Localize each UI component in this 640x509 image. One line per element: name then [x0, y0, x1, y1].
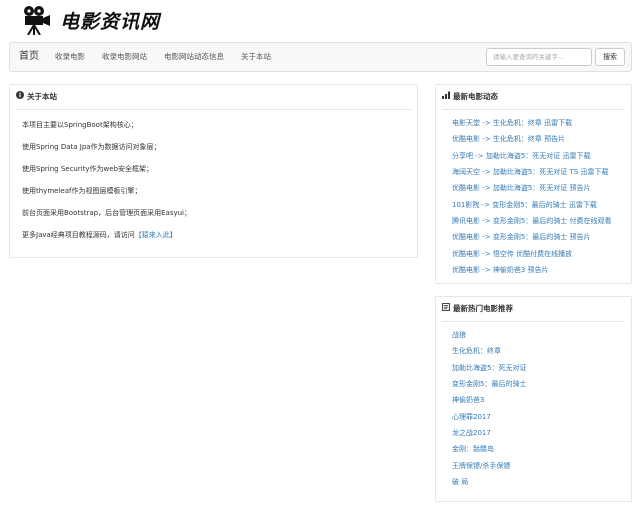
latest-news-panel: 最新电影动态 电影天堂 -> 生化危机：终章 迅雷下载 优酷电影 -> 生化危机…: [435, 84, 632, 284]
latest-news-item[interactable]: 分享吧 -> 加勒比海盗5：死无对证 迅雷下载: [452, 151, 591, 161]
hot-movie-item[interactable]: 变形金刚5：最后的骑士: [452, 379, 526, 389]
nav-movie-sites[interactable]: 收录电影网站: [102, 43, 147, 71]
hot-movies-divider: [442, 321, 625, 322]
about-panel-header: 关于本站: [16, 85, 57, 109]
latest-news-item[interactable]: 101影院 -> 变形金刚5：最后的骑士 迅雷下载: [452, 200, 597, 210]
hot-movie-item[interactable]: 金刚：骷髅岛: [452, 444, 494, 454]
about-panel-title: 关于本站: [27, 92, 57, 101]
about-line: 使用Spring Data Jpa作为数据访问对象层；: [22, 143, 161, 151]
latest-news-item[interactable]: 优酷电影 -> 变形金刚5：最后的骑士 预告片: [452, 232, 591, 242]
nav-site-news[interactable]: 电影网站动态信息: [164, 43, 224, 71]
hot-movie-item[interactable]: 神偷奶爸3: [452, 395, 484, 405]
hot-movies-header: 最新热门电影推荐: [442, 297, 513, 321]
nav-movies[interactable]: 收录电影: [55, 43, 85, 71]
logo-text: 电影资讯网: [60, 10, 161, 33]
film-camera-icon: [22, 5, 52, 35]
info-icon: [16, 85, 24, 109]
about-line: 前台页面采用Bootstrap，后台管理页面采用Easyui；: [22, 209, 191, 217]
about-line: 本项目主要以SpringBoot架构核心；: [22, 121, 138, 129]
top-navbar: 首页 收录电影 收录电影网站 电影网站动态信息 关于本站 搜索: [9, 42, 632, 72]
hot-movie-item[interactable]: 龙之战2017: [452, 428, 491, 438]
latest-news-item[interactable]: 优酷电影 -> 加勒比海盗5：死无对证 预告片: [452, 183, 591, 193]
latest-news-divider: [442, 109, 625, 110]
search-input[interactable]: [486, 48, 592, 66]
latest-news-item[interactable]: 优酷电影 -> 神偷奶爸3 预告片: [452, 265, 549, 275]
bar-chart-icon: [442, 85, 450, 109]
latest-news-item[interactable]: 优酷电影 -> 生化危机：终章 预告片: [452, 134, 565, 144]
search-button[interactable]: 搜索: [595, 48, 625, 66]
about-divider: [16, 109, 411, 110]
hot-movie-item[interactable]: 生化危机：终章: [452, 346, 501, 356]
about-line: 使用thymeleaf作为视图层模板引擎；: [22, 187, 142, 195]
document-icon: [442, 297, 450, 321]
about-line: 使用Spring Security作为web安全框架；: [22, 165, 154, 173]
hot-movie-item[interactable]: 加勒比海盗5：死无对证: [452, 363, 526, 373]
hot-movie-item[interactable]: 破 局: [452, 477, 468, 487]
latest-news-header: 最新电影动态: [442, 85, 498, 109]
about-panel: 关于本站 本项目主要以SpringBoot架构核心； 使用Spring Data…: [9, 84, 418, 258]
hot-movies-title: 最新热门电影推荐: [453, 304, 513, 313]
hot-movie-item[interactable]: 战狼: [452, 330, 466, 340]
latest-news-item[interactable]: 腾讯电影 -> 变形金刚5：最后的骑士 付费在线观看: [452, 216, 612, 226]
yuanlairuci-link[interactable]: 【猿来入此】: [135, 231, 177, 239]
about-line-with-link: 更多Java经典项目教程源码，请访问【猿来入此】: [22, 230, 177, 240]
nav-home[interactable]: 首页: [19, 43, 39, 71]
nav-about[interactable]: 关于本站: [241, 43, 271, 71]
latest-news-item[interactable]: 海阔天空 -> 加勒比海盗5：死无对证 TS 迅雷下载: [452, 167, 608, 177]
site-logo[interactable]: 电影资讯网: [22, 4, 160, 36]
about-line-text: 更多Java经典项目教程源码，请访问: [22, 231, 135, 239]
latest-news-item[interactable]: 电影天堂 -> 生化危机：终章 迅雷下载: [452, 118, 572, 128]
hot-movie-item[interactable]: 王牌保镖/杀手保镖: [452, 461, 510, 471]
hot-movie-item[interactable]: 心理罪2017: [452, 412, 491, 422]
hot-movies-panel: 最新热门电影推荐 战狼 生化危机：终章 加勒比海盗5：死无对证 变形金刚5：最后…: [435, 296, 632, 502]
latest-news-title: 最新电影动态: [453, 92, 498, 101]
latest-news-item[interactable]: 优酷电影 -> 悟空传 优酷付费在线播放: [452, 249, 572, 259]
